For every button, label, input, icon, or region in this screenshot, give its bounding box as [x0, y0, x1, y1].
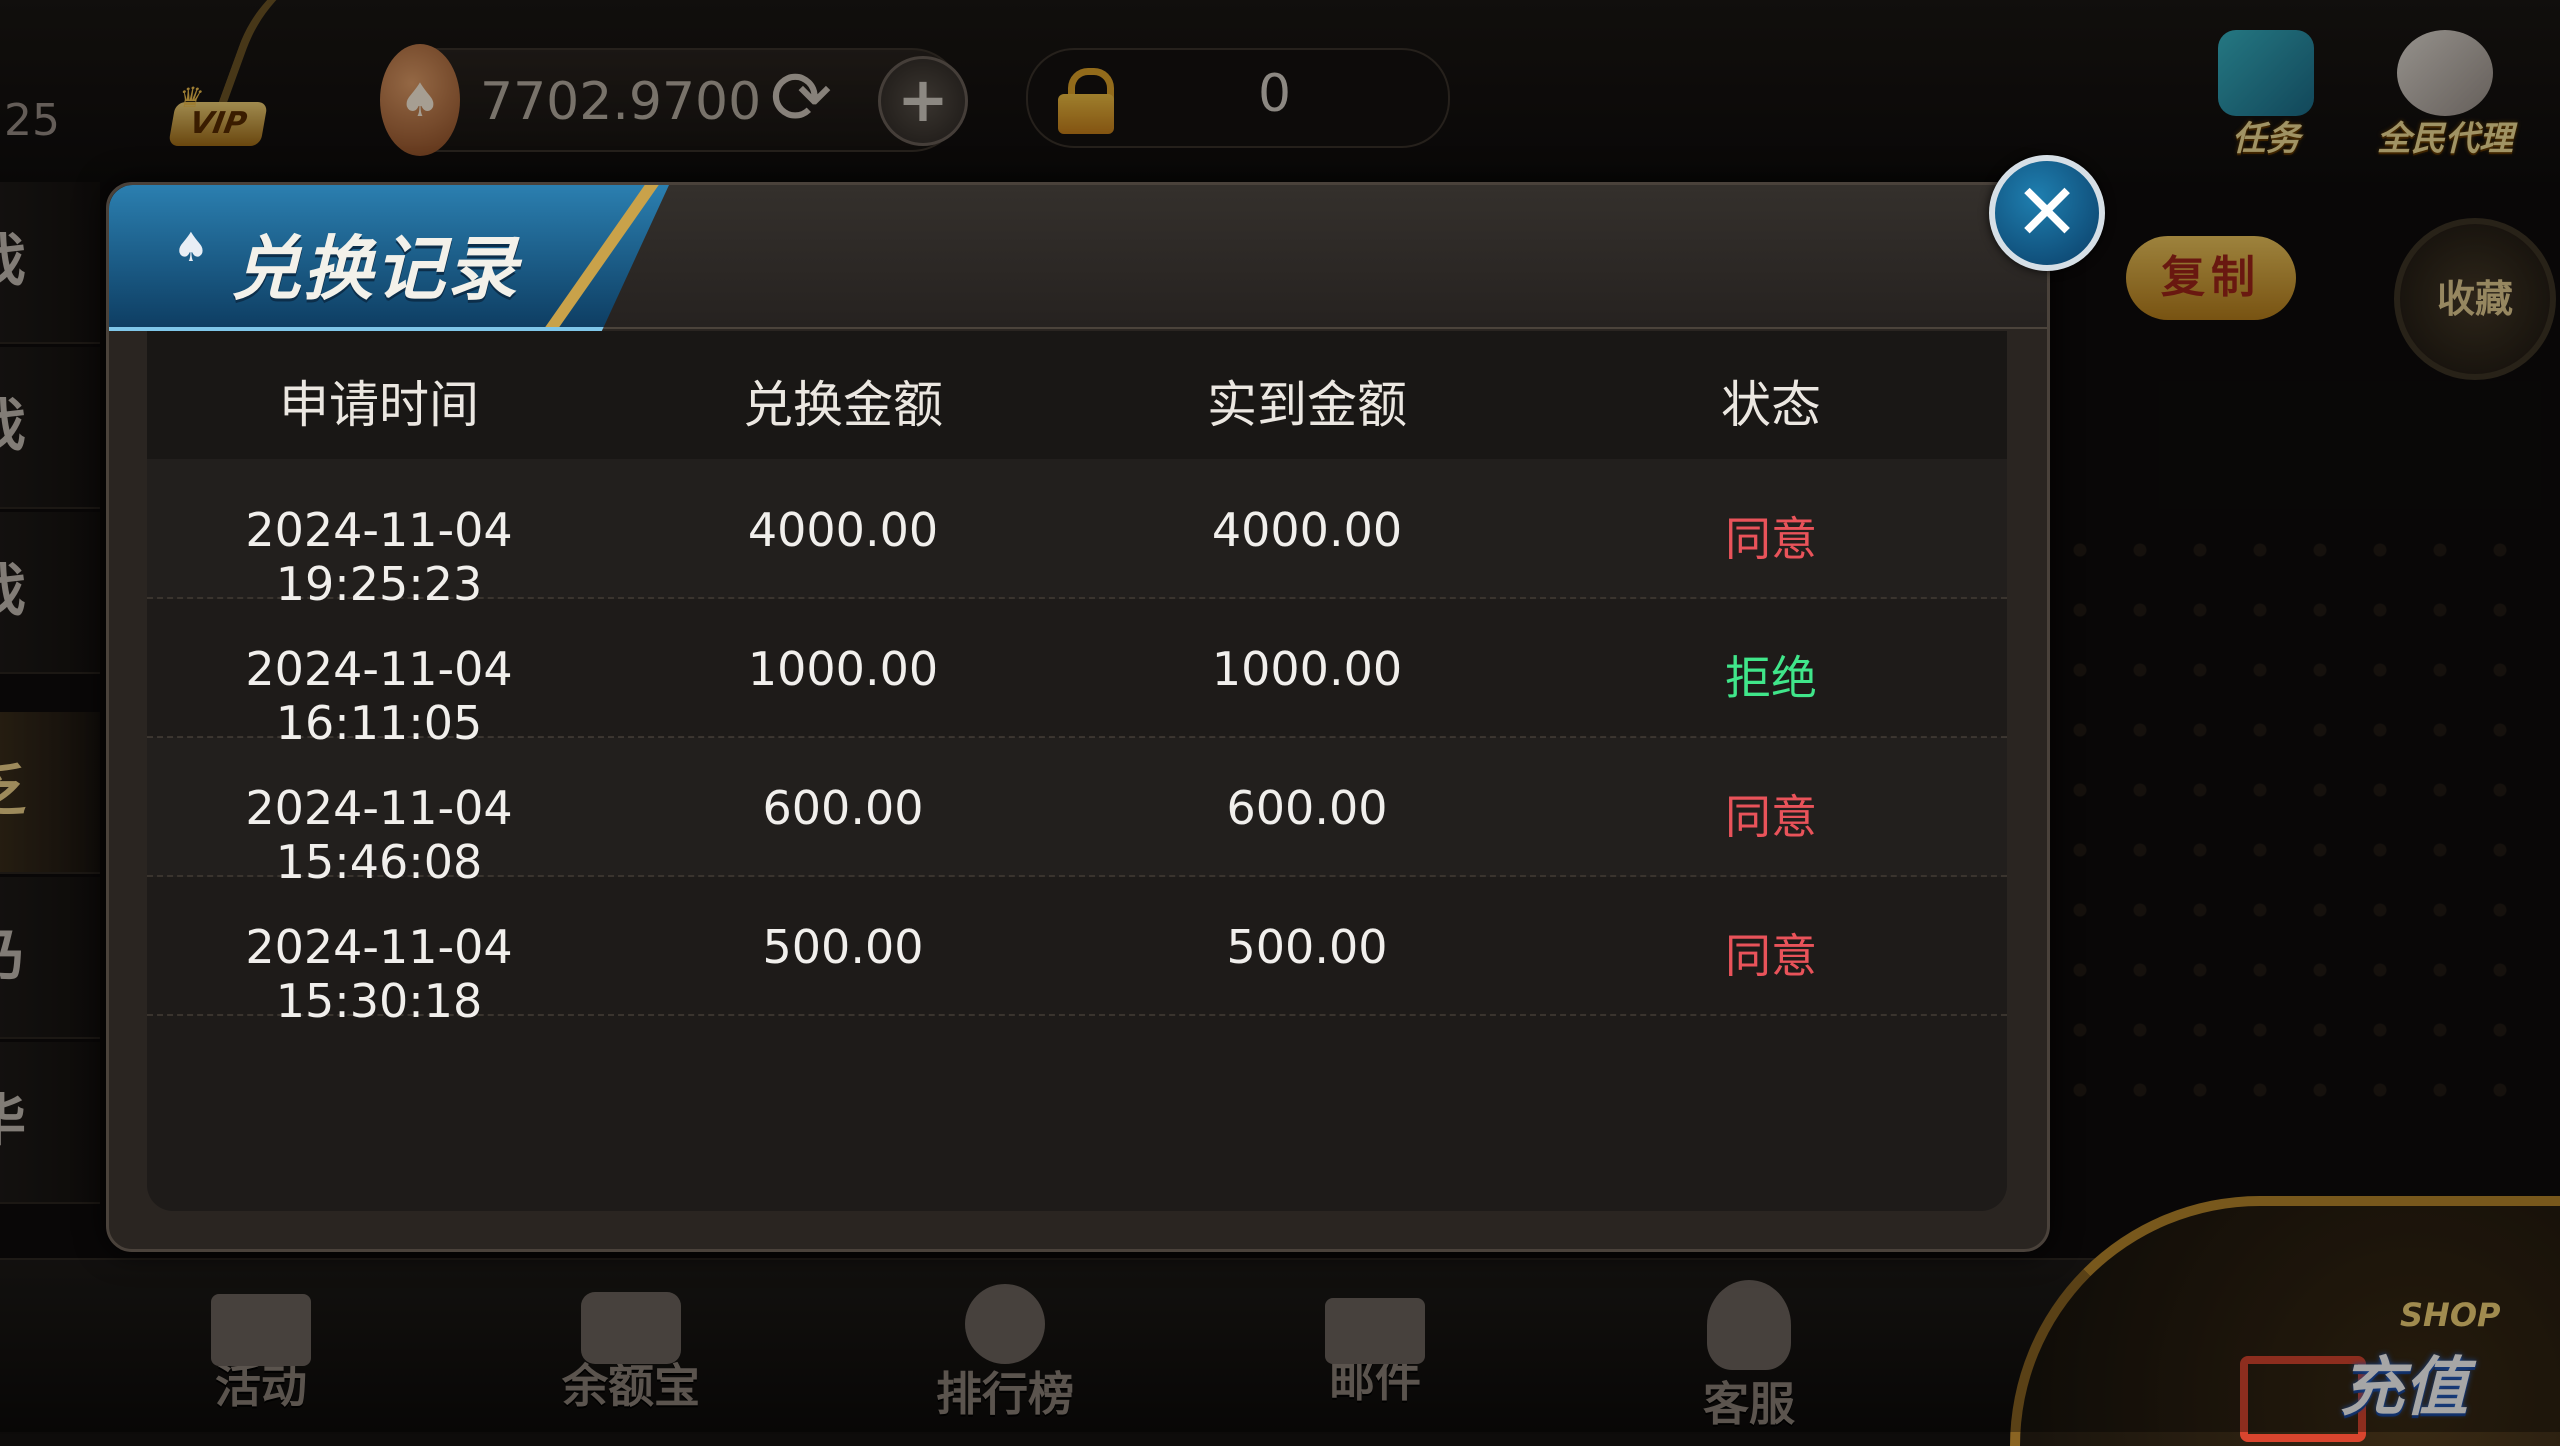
- close-icon: ✕: [2014, 168, 2080, 258]
- spade-icon: ♠: [173, 225, 209, 271]
- close-button[interactable]: ✕: [1989, 155, 2105, 271]
- column-header-time: 申请时间: [279, 376, 479, 434]
- cell-status: 拒绝: [1725, 651, 1817, 705]
- table-header: 申请时间 兑换金额 实到金额 状态: [147, 331, 2007, 459]
- cell-status: 同意: [1725, 790, 1817, 844]
- cell-amount: 1000.00: [747, 642, 939, 696]
- column-header-received: 实到金额: [1207, 376, 1407, 434]
- cell-received: 600.00: [1226, 781, 1388, 835]
- cell-received: 500.00: [1226, 920, 1388, 974]
- cell-amount: 4000.00: [747, 503, 939, 557]
- table-row: 2024-11-04 15:46:08 600.00 600.00 同意: [147, 737, 2007, 889]
- cell-time: 2024-11-04 15:30:18: [245, 920, 513, 1028]
- cell-time: 2024-11-04 15:46:08: [245, 781, 513, 889]
- cell-status: 同意: [1725, 929, 1817, 983]
- title-tab: ♠ 兑换记录: [109, 185, 669, 331]
- column-header-status: 状态: [1721, 376, 1821, 434]
- record-table: 申请时间 兑换金额 实到金额 状态 2024-11-04 19:25:23 40…: [147, 331, 2007, 1211]
- column-header-amount: 兑换金额: [743, 376, 943, 434]
- table-row: 2024-11-04 15:30:18 500.00 500.00 同意: [147, 876, 2007, 1028]
- cell-status: 同意: [1725, 512, 1817, 566]
- table-row: 2024-11-04 19:25:23 4000.00 4000.00 同意: [147, 459, 2007, 611]
- cell-received: 1000.00: [1211, 642, 1403, 696]
- table-row: 2024-11-04 16:11:05 1000.00 1000.00 拒绝: [147, 598, 2007, 750]
- cell-time: 2024-11-04 19:25:23: [245, 503, 513, 611]
- cell-amount: 600.00: [762, 781, 924, 835]
- cell-time: 2024-11-04 16:11:05: [245, 642, 513, 750]
- modal-header: ♠ 兑换记录: [109, 185, 2047, 331]
- modal-title: 兑换记录: [231, 228, 519, 310]
- cell-received: 4000.00: [1211, 503, 1403, 557]
- cell-amount: 500.00: [762, 920, 924, 974]
- exchange-record-modal: ♠ 兑换记录 ✕ 申请时间 兑换金额 实到金额 状态 2024-11-04 19…: [106, 155, 2105, 1252]
